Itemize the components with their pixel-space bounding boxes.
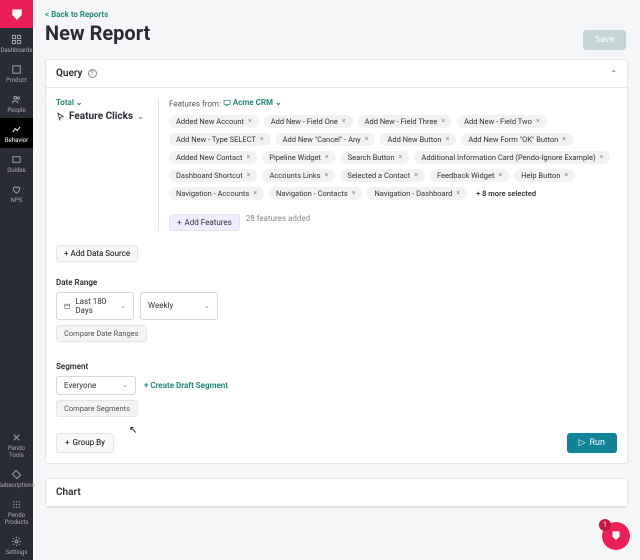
page-title: New Report bbox=[45, 21, 628, 45]
help-icon[interactable]: ? bbox=[88, 69, 97, 78]
remove-icon[interactable]: × bbox=[325, 153, 329, 161]
nav-product[interactable]: Product bbox=[0, 58, 33, 88]
remove-icon[interactable]: × bbox=[253, 189, 257, 197]
product-icon bbox=[11, 64, 22, 75]
remove-icon[interactable]: × bbox=[246, 153, 250, 161]
help-fab[interactable]: 1 bbox=[602, 522, 630, 550]
feature-pill[interactable]: Help Button× bbox=[514, 169, 575, 182]
remove-icon[interactable]: × bbox=[562, 135, 566, 143]
gear-icon bbox=[11, 536, 22, 547]
feature-pill[interactable]: Navigation - Accounts× bbox=[169, 187, 264, 200]
compare-dates-button[interactable]: Compare Date Ranges bbox=[56, 325, 147, 342]
nav-guides[interactable]: Guides bbox=[0, 148, 33, 178]
feature-pill[interactable]: Feedback Widget× bbox=[430, 169, 509, 182]
save-button[interactable]: Save bbox=[583, 30, 626, 50]
group-by-button[interactable]: + Group By bbox=[56, 433, 114, 453]
behavior-icon bbox=[11, 124, 22, 135]
nav-people[interactable]: People bbox=[0, 88, 33, 118]
app-selector[interactable]: Acme CRM ⌄ bbox=[223, 98, 282, 107]
feature-pill[interactable]: Dashboard Shortcut× bbox=[169, 169, 257, 182]
add-features-button[interactable]: + Add Features bbox=[169, 214, 240, 231]
features-from-label: Features from: Acme CRM ⌄ bbox=[169, 98, 617, 109]
nav-dashboards[interactable]: Dashboards bbox=[0, 28, 33, 58]
create-segment-link[interactable]: + Create Draft Segment bbox=[144, 381, 228, 390]
logo[interactable] bbox=[0, 0, 33, 28]
feature-pill[interactable]: Add New - Field One× bbox=[264, 115, 353, 128]
remove-icon[interactable]: × bbox=[441, 117, 445, 125]
remove-icon[interactable]: × bbox=[325, 171, 329, 179]
remove-icon[interactable]: × bbox=[248, 117, 252, 125]
remove-icon[interactable]: × bbox=[247, 171, 251, 179]
pendo-logo-icon bbox=[10, 7, 24, 21]
granularity-dropdown[interactable]: Weekly⌄ bbox=[140, 292, 218, 320]
feature-pill[interactable]: Search Button× bbox=[341, 151, 410, 164]
remove-icon[interactable]: × bbox=[446, 135, 450, 143]
query-title: Query bbox=[56, 68, 83, 79]
people-icon bbox=[11, 94, 22, 105]
feature-pill[interactable]: Add New - Type SELECT× bbox=[169, 133, 271, 146]
date-range-label: Date Range bbox=[56, 278, 617, 287]
remove-icon[interactable]: × bbox=[600, 153, 604, 161]
nav-behavior[interactable]: Behavior bbox=[0, 118, 33, 148]
chart-header[interactable]: Chart bbox=[46, 479, 627, 507]
metric-dropdown[interactable]: Feature Clicks ⌄ bbox=[56, 111, 148, 122]
nav-nps[interactable]: NPS bbox=[0, 178, 33, 208]
segment-label: Segment bbox=[56, 362, 617, 371]
heart-icon bbox=[11, 184, 22, 195]
feature-pill[interactable]: Add New "Cancel" - Any× bbox=[276, 133, 376, 146]
remove-icon[interactable]: × bbox=[342, 117, 346, 125]
remove-icon[interactable]: × bbox=[399, 153, 403, 161]
run-button[interactable]: ▷ Run bbox=[567, 433, 617, 453]
remove-icon[interactable]: × bbox=[414, 171, 418, 179]
feature-pill[interactable]: Add New Button× bbox=[380, 133, 456, 146]
segment-dropdown[interactable]: Everyone⌄ bbox=[56, 376, 136, 395]
feature-pill[interactable]: Additional Information Card (Pendo-Ignor… bbox=[414, 151, 610, 164]
remove-icon[interactable]: × bbox=[260, 135, 264, 143]
feature-pills: Added New Account× Add New - Field One× Ad… bbox=[169, 115, 617, 200]
query-header[interactable]: Query ? ⌃ bbox=[46, 60, 627, 88]
more-selected[interactable]: + 8 more selected bbox=[472, 187, 540, 200]
feature-pill[interactable]: Pipeline Widget× bbox=[262, 151, 335, 164]
features-count: 28 features added bbox=[246, 214, 310, 223]
grid-icon bbox=[11, 499, 22, 510]
calendar-icon bbox=[64, 302, 70, 310]
compare-segments-button[interactable]: Compare Segments bbox=[56, 400, 138, 417]
feature-pill[interactable]: Added New Contact× bbox=[169, 151, 257, 164]
nav-subscriptions[interactable]: Subscriptions bbox=[0, 463, 33, 493]
chart-card: Chart bbox=[45, 478, 628, 508]
nav-settings[interactable]: Settings bbox=[0, 530, 33, 560]
dashboard-icon bbox=[11, 34, 22, 45]
feature-pill[interactable]: Add New Form "OK" Button× bbox=[461, 133, 573, 146]
nav-pendo-products[interactable]: Pendo Products bbox=[0, 493, 33, 530]
chevron-up-icon[interactable]: ⌃ bbox=[610, 69, 617, 78]
nav-pendo-tools[interactable]: Pendo Tools bbox=[0, 426, 33, 463]
remove-icon[interactable]: × bbox=[498, 171, 502, 179]
remove-icon[interactable]: × bbox=[456, 189, 460, 197]
tools-icon bbox=[11, 432, 22, 443]
add-data-source-button[interactable]: + Add Data Source bbox=[56, 245, 138, 262]
total-label[interactable]: Total ⌄ bbox=[56, 98, 148, 107]
remove-icon[interactable]: × bbox=[564, 171, 568, 179]
query-card: Query ? ⌃ Total ⌄ Feature Clicks ⌄ Featu… bbox=[45, 59, 628, 464]
feature-pill[interactable]: Selected a Contact× bbox=[340, 169, 425, 182]
remove-icon[interactable]: × bbox=[352, 189, 356, 197]
sidebar: Dashboards Product People Behavior Guide… bbox=[0, 0, 33, 560]
feature-pill[interactable]: Navigation - Dashboard× bbox=[367, 187, 467, 200]
notification-badge: 1 bbox=[599, 519, 611, 531]
date-range-dropdown[interactable]: Last 180 Days⌄ bbox=[56, 292, 134, 320]
feature-pill[interactable]: Navigation - Contacts× bbox=[269, 187, 362, 200]
feature-pill[interactable]: Added New Account× bbox=[169, 115, 259, 128]
feature-pill[interactable]: Accounts Links× bbox=[262, 169, 335, 182]
cursor-icon bbox=[56, 112, 65, 121]
feature-pill[interactable]: Add New - Field Two× bbox=[457, 115, 547, 128]
remove-icon[interactable]: × bbox=[365, 135, 369, 143]
feature-pill[interactable]: Add New - Field Three× bbox=[358, 115, 452, 128]
back-link[interactable]: < Back to Reports bbox=[45, 10, 628, 19]
tag-icon bbox=[11, 469, 22, 480]
chart-title: Chart bbox=[56, 487, 81, 498]
guides-icon bbox=[11, 154, 22, 165]
pendo-icon bbox=[609, 529, 623, 543]
monitor-icon bbox=[223, 99, 231, 107]
remove-icon[interactable]: × bbox=[536, 117, 540, 125]
